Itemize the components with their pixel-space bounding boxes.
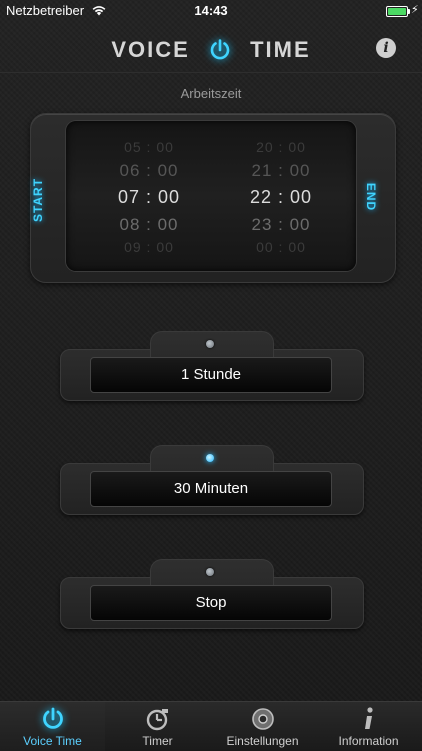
tab-label: Information bbox=[338, 734, 399, 748]
tab-label: Timer bbox=[142, 734, 173, 748]
power-logo-icon bbox=[208, 38, 232, 62]
start-time-option[interactable]: 09 : 00 bbox=[94, 239, 204, 255]
logo-word-right: TIME bbox=[250, 37, 311, 63]
tab-label: Voice Time bbox=[23, 734, 82, 748]
tab-label: Einstellungen bbox=[226, 734, 299, 748]
tab-bar: Voice Time Timer Einstellungen Informati… bbox=[0, 701, 422, 751]
start-time-option[interactable]: 08 : 00 bbox=[94, 215, 204, 235]
end-time-selected[interactable]: 22 : 00 bbox=[226, 187, 336, 208]
app-header: VOICE TIME i bbox=[0, 22, 422, 73]
tab-voice-time[interactable]: Voice Time bbox=[0, 702, 105, 751]
tab-settings[interactable]: Einstellungen bbox=[210, 702, 315, 751]
start-time-selected[interactable]: 07 : 00 bbox=[94, 187, 204, 208]
logo-word-left: VOICE bbox=[111, 37, 190, 63]
settings-disc-icon bbox=[250, 706, 276, 732]
thirty-minutes-button[interactable]: 30 Minuten bbox=[90, 471, 332, 507]
interval-1h-panel: 1 Stunde bbox=[60, 331, 364, 401]
battery-icon bbox=[386, 6, 410, 17]
stop-panel: Stop bbox=[60, 559, 364, 629]
status-bar: Netzbetreiber 14:43 ⚡ bbox=[0, 0, 422, 22]
start-time-wheel[interactable]: 05 : 00 06 : 00 07 : 00 08 : 00 09 : 00 bbox=[94, 121, 204, 271]
tab-timer[interactable]: Timer bbox=[105, 702, 210, 751]
end-time-wheel[interactable]: 20 : 00 21 : 00 22 : 00 23 : 00 00 : 00 bbox=[226, 121, 336, 271]
charging-icon: ⚡ bbox=[411, 4, 419, 16]
clock-icon bbox=[145, 706, 171, 732]
start-label: START bbox=[31, 177, 45, 223]
section-label: Arbeitszeit bbox=[180, 86, 242, 101]
end-time-option[interactable]: 21 : 00 bbox=[226, 161, 336, 181]
stop-button[interactable]: Stop bbox=[90, 585, 332, 621]
app-logo: VOICE TIME bbox=[0, 36, 422, 63]
status-led-icon bbox=[206, 340, 214, 348]
time-picker[interactable]: 05 : 00 06 : 00 07 : 00 08 : 00 09 : 00 … bbox=[66, 121, 356, 271]
power-icon bbox=[40, 706, 66, 732]
end-time-option[interactable]: 20 : 00 bbox=[226, 139, 336, 155]
start-time-option[interactable]: 05 : 00 bbox=[94, 139, 204, 155]
info-button[interactable]: i bbox=[376, 38, 396, 58]
start-time-option[interactable]: 06 : 00 bbox=[94, 161, 204, 181]
end-label: END bbox=[364, 182, 378, 212]
one-hour-button[interactable]: 1 Stunde bbox=[90, 357, 332, 393]
tab-information[interactable]: Information bbox=[316, 702, 421, 751]
status-led-icon bbox=[206, 454, 214, 462]
status-led-icon bbox=[206, 568, 214, 576]
clock-time: 14:43 bbox=[194, 3, 228, 18]
info-icon bbox=[356, 706, 382, 732]
end-time-option[interactable]: 23 : 00 bbox=[226, 215, 336, 235]
end-time-option[interactable]: 00 : 00 bbox=[226, 239, 336, 255]
interval-30min-panel: 30 Minuten bbox=[60, 445, 364, 515]
